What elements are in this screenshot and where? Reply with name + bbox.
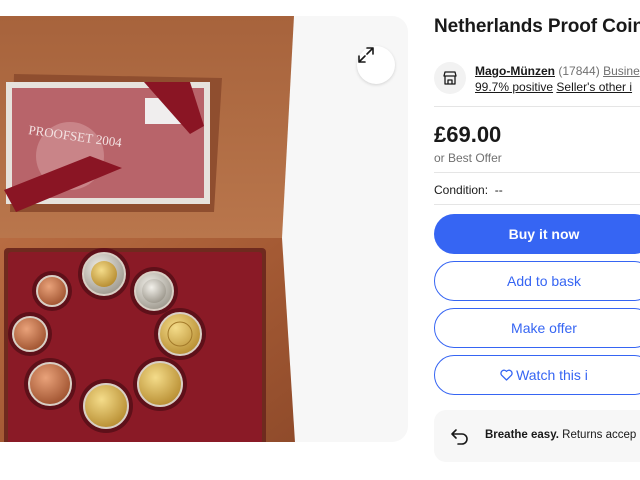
buy-it-now-button[interactable]: Buy it now <box>434 214 640 254</box>
expand-image-button[interactable] <box>357 46 395 84</box>
price: £69.00 <box>434 122 502 147</box>
add-to-basket-button[interactable]: Add to bask <box>434 261 640 301</box>
seller-other-items-link[interactable]: Seller's other i <box>556 80 632 94</box>
divider <box>434 204 640 205</box>
coin-6 <box>24 358 76 410</box>
make-offer-button[interactable]: Make offer <box>434 308 640 348</box>
seller-name-link[interactable]: Mago-Münzen <box>475 64 555 78</box>
expand-arrows-icon <box>358 47 374 63</box>
condition-value: -- <box>494 183 503 197</box>
coin-1 <box>32 271 72 311</box>
coin-set-photo: PROOFSET 2004 <box>0 16 295 442</box>
seller-positive-link[interactable]: 99.7% positive <box>475 80 553 94</box>
returns-banner: Breathe easy. Returns accep <box>434 410 640 462</box>
breathe-bold: Breathe easy. <box>485 429 559 441</box>
coin-7 <box>133 357 187 411</box>
coin-2 <box>78 248 130 300</box>
watch-item-button[interactable]: Watch this i <box>434 355 640 395</box>
condition-label: Condition: <box>434 183 489 197</box>
listing-page: PROOFSET 2004 Netherlands Proof Coin Mag… <box>0 0 640 480</box>
coin-4 <box>8 312 52 356</box>
product-image-panel[interactable]: PROOFSET 2004 <box>0 16 408 442</box>
coin-3 <box>130 267 178 315</box>
seller-info: Mago-Münzen (17844) Busine 99.7% positiv… <box>434 62 640 108</box>
listing-title: Netherlands Proof Coin <box>434 16 640 37</box>
breathe-text: Returns accep <box>562 429 637 441</box>
seller-feedback-count: (17844) <box>558 64 600 78</box>
store-icon <box>434 62 466 94</box>
watch-item-label: Watch this i <box>516 367 588 383</box>
condition: Condition: -- <box>434 183 503 197</box>
coin-5 <box>154 308 206 360</box>
divider <box>434 106 640 107</box>
best-offer-note: or Best Offer <box>434 151 502 165</box>
coin-8 <box>79 379 133 433</box>
divider <box>434 172 640 173</box>
returns-arrow-icon <box>451 429 468 445</box>
seller-type-link[interactable]: Busine <box>603 64 640 78</box>
heart-icon <box>500 369 513 381</box>
